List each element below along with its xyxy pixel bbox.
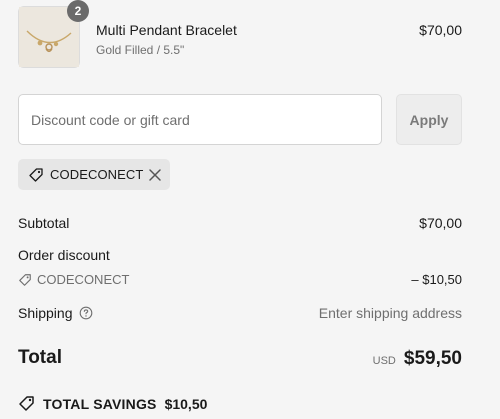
discount-code-row: CODECONECT: [18, 272, 129, 287]
tag-icon: [29, 167, 43, 182]
apply-discount-button[interactable]: Apply: [396, 94, 462, 145]
savings-label: TOTAL SAVINGS: [43, 395, 157, 412]
discount-code-name: CODECONECT: [37, 272, 130, 287]
discount-amount: – $10,50: [411, 272, 462, 287]
applied-discount-code: CODECONECT: [50, 167, 144, 182]
product-variant: Gold Filled / 5.5": [96, 43, 185, 57]
product-price: $70,00: [419, 22, 462, 38]
savings-amount: $10,50: [164, 395, 208, 412]
subtotal-label: Subtotal: [18, 215, 70, 231]
shipping-label: Shipping: [18, 305, 73, 321]
shipping-value: Enter shipping address: [318, 305, 462, 321]
discount-code-input[interactable]: [18, 94, 382, 145]
total-value-group: USD $59,50: [373, 348, 462, 370]
total-savings: TOTAL SAVINGS $10,50: [18, 395, 207, 412]
shipping-label-row: Shipping: [18, 305, 93, 321]
product-name: Multi Pendant Bracelet: [96, 22, 237, 38]
currency-code: USD: [372, 355, 396, 367]
help-icon[interactable]: [79, 306, 93, 320]
tag-icon: [19, 273, 31, 286]
close-icon[interactable]: [148, 168, 162, 182]
quantity-badge: 2: [67, 0, 89, 22]
savings-tag-icon: [19, 396, 34, 411]
total-amount: $59,50: [403, 348, 462, 369]
order-discount-label: Order discount: [18, 247, 110, 263]
total-label: Total: [18, 347, 62, 368]
applied-discount-chip: CODECONECT: [18, 159, 170, 190]
subtotal-value: $70,00: [419, 215, 462, 231]
